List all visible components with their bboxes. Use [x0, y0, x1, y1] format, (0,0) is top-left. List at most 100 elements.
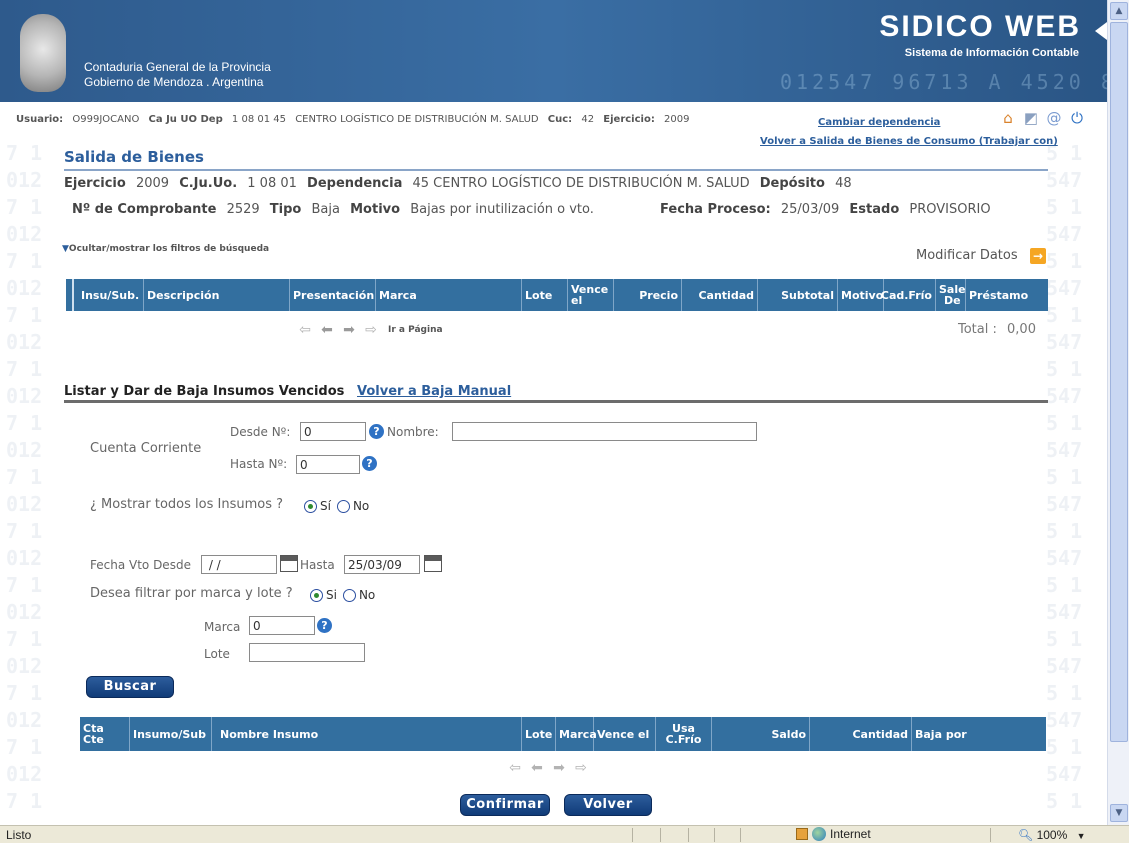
volver-baja-manual-link[interactable]: Volver a Baja Manual [357, 384, 511, 399]
cuc-label: Cuc: [547, 114, 573, 125]
col-descripcion[interactable]: Descripción [144, 279, 290, 311]
hasta-label: Hasta Nº: [230, 457, 288, 471]
help-icon[interactable]: ? [317, 618, 332, 633]
col-insu-sub[interactable]: Insu/Sub. [78, 279, 144, 311]
info-row-2: Nº de Comprobante 2529 Tipo Baja Motivo … [72, 202, 997, 217]
deposito-label: Depósito [759, 176, 825, 191]
dependencia-value: CENTRO LOGÍSTICO DE DISTRIBUCIÓN M. SALU… [295, 114, 539, 125]
marca-input[interactable] [249, 616, 315, 635]
col-lote[interactable]: Lote [522, 717, 556, 751]
filtrar-si-label: Si [326, 588, 337, 602]
col-saldo[interactable]: Saldo [712, 717, 810, 751]
volver-salida-link[interactable]: Volver a Salida de Bienes de Consumo (Tr… [760, 136, 1058, 147]
col-marca[interactable]: Marca [376, 279, 522, 311]
security-zone[interactable]: Internet [796, 827, 871, 841]
deposito-value: 48 [835, 176, 852, 191]
col-lote[interactable]: Lote [522, 279, 568, 311]
dependencia-label: Dependencia [307, 176, 403, 191]
motivo-label: Motivo [350, 202, 401, 217]
dependencia-value: 45 CENTRO LOGÍSTICO DE DISTRIBUCIÓN M. S… [412, 176, 750, 191]
status-divider [632, 828, 633, 842]
mostrar-no-radio[interactable] [336, 499, 350, 513]
mostrar-si-radio[interactable] [304, 499, 317, 513]
col-prestamo[interactable]: Préstamo [966, 279, 1048, 311]
status-divider [688, 828, 689, 842]
filtrar-radio-group: Si No [302, 588, 375, 602]
fecha-hasta-input[interactable] [344, 555, 420, 574]
prev-page-icon[interactable]: ⬅ [318, 323, 336, 337]
status-divider [740, 828, 741, 842]
col-precio[interactable]: Precio [614, 279, 682, 311]
ir-a-pagina-link[interactable]: Ir a Página [388, 325, 443, 335]
col-nombre-insumo[interactable]: Nombre Insumo [212, 717, 522, 751]
col-sale-de[interactable]: Sale De [936, 279, 966, 311]
section-title: Listar y Dar de Baja Insumos Vencidos [64, 384, 345, 399]
nombre-input[interactable] [452, 422, 757, 441]
cjuo-value: 1 08 01 [247, 176, 297, 191]
filtrar-si-radio[interactable] [310, 588, 323, 602]
prev-page-icon[interactable]: ⬅ [528, 761, 546, 775]
mostrar-si-label: Sí [320, 499, 331, 513]
buscar-button[interactable]: Buscar [86, 676, 174, 698]
comprobante-label: Nº de Comprobante [72, 202, 217, 217]
usuario-label: Usuario: [16, 114, 64, 125]
last-page-icon[interactable]: ⇨ [362, 323, 380, 337]
next-page-icon[interactable]: ➡ [340, 323, 358, 337]
ejercicio-label: Ejercicio [64, 176, 126, 191]
col-presentacion[interactable]: Presentación [290, 279, 376, 311]
cajuuo-value: 1 08 01 45 [231, 114, 286, 125]
col-cta-cte[interactable]: Cta Cte [80, 717, 130, 751]
ejercicio-value: 2009 [135, 176, 170, 191]
status-text: Listo [6, 828, 32, 842]
scroll-down-button[interactable]: ▼ [1110, 804, 1128, 822]
toggle-filters-link[interactable]: ▼Ocultar/mostrar los filtros de búsqueda [62, 244, 269, 254]
col-baja-por[interactable]: Baja por [912, 717, 1046, 751]
cambiar-dependencia-link[interactable]: Cambiar dependencia [818, 117, 940, 128]
marca-label: Marca [204, 620, 241, 634]
zoom-icon: 🔍︎ [1018, 828, 1034, 842]
help-icon[interactable]: ? [369, 424, 384, 439]
power-icon[interactable]: ⏻ [1067, 108, 1087, 128]
vertical-scrollbar[interactable]: ▲ ▼ [1107, 0, 1129, 825]
fecha-desde-input[interactable] [201, 555, 277, 574]
calendar-icon[interactable] [424, 555, 442, 572]
zoom-control[interactable]: 🔍︎ 100% ▼ [1018, 828, 1086, 842]
motivo-value: Bajas por inutilización o vto. [410, 202, 594, 217]
desde-input[interactable] [300, 422, 366, 441]
col-cantidad[interactable]: Cantidad [682, 279, 758, 311]
folder-icon[interactable]: ◩ [1021, 108, 1041, 128]
help-icon[interactable]: ? [362, 456, 377, 471]
scroll-thumb[interactable] [1110, 22, 1128, 742]
zoom-dropdown-icon[interactable]: ▼ [1077, 831, 1086, 841]
confirmar-button[interactable]: Confirmar [460, 794, 550, 816]
email-icon[interactable]: @ [1044, 108, 1064, 128]
arrow-right-icon[interactable]: → [1030, 248, 1046, 264]
col-vence[interactable]: Vence el [568, 279, 614, 311]
col-cantidad[interactable]: Cantidad [810, 717, 912, 751]
first-page-icon[interactable]: ⇦ [506, 761, 524, 775]
status-divider [990, 828, 991, 842]
browser-status-bar: Listo Internet 🔍︎ 100% ▼ [0, 825, 1129, 843]
col-subtotal[interactable]: Subtotal [758, 279, 838, 311]
hasta-input[interactable] [296, 455, 360, 474]
filtrar-no-radio[interactable] [342, 588, 356, 602]
total-value: 0,00 [1007, 322, 1036, 337]
col-marca[interactable]: Marca [556, 717, 597, 751]
col-usa-cfrio[interactable]: Usa C.Frío [656, 717, 712, 751]
col-cad-frio[interactable]: Cad.Frío [881, 279, 936, 311]
last-page-icon[interactable]: ⇨ [572, 761, 590, 775]
calendar-icon[interactable] [280, 555, 298, 572]
cajuuo-label: Ca Ju UO Dep [148, 114, 223, 125]
tipo-value: Baja [311, 202, 340, 217]
home-icon[interactable]: ⌂ [998, 108, 1018, 128]
volver-button[interactable]: Volver [564, 794, 652, 816]
next-page-icon[interactable]: ➡ [550, 761, 568, 775]
col-motivo[interactable]: Motivo [838, 279, 884, 311]
modificar-datos-link[interactable]: Modificar Datos [916, 248, 1018, 263]
first-page-icon[interactable]: ⇦ [296, 323, 314, 337]
status-divider [660, 828, 661, 842]
lote-input[interactable] [249, 643, 365, 662]
col-vence-el[interactable]: Vence el [594, 717, 656, 751]
scroll-up-button[interactable]: ▲ [1110, 2, 1128, 20]
col-insumo-sub[interactable]: Insumo/Sub [130, 717, 212, 751]
